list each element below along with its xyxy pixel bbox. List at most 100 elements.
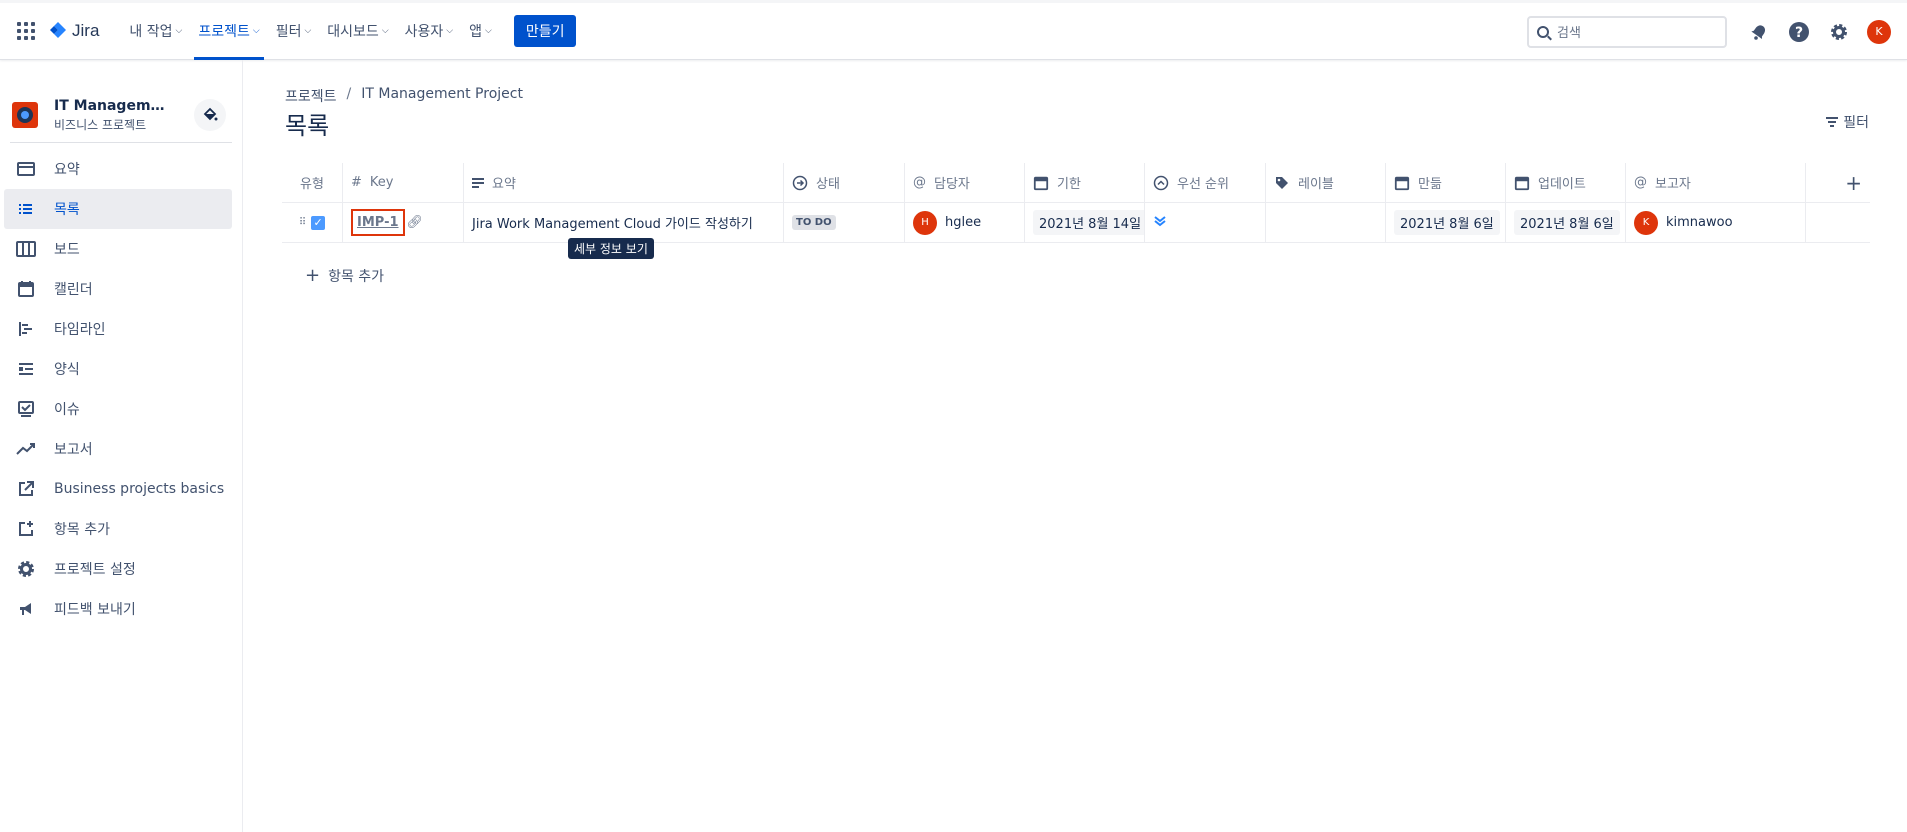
issues-table: 유형 # Key 요약 상태 @ 담당자 기한 우선 순위 레이블 만듦 업데이…: [282, 163, 1870, 243]
header-priority[interactable]: 우선 순위: [1145, 163, 1266, 202]
header-summary[interactable]: 요약: [464, 163, 784, 202]
add-item-button[interactable]: + 항목 추가: [305, 265, 384, 286]
hash-icon: #: [351, 175, 362, 190]
sidebar-item-issues[interactable]: 이슈: [4, 389, 232, 429]
board-icon: [16, 239, 36, 259]
header-label: 요약: [492, 177, 516, 192]
header-due[interactable]: 기한: [1025, 163, 1145, 202]
header-key[interactable]: # Key: [343, 163, 464, 202]
sidebar-item-forms[interactable]: 양식: [4, 349, 232, 389]
row-status-cell[interactable]: TO DO: [784, 203, 905, 242]
row-assignee-cell[interactable]: H hglee: [905, 203, 1025, 242]
filter-label: 필터: [1843, 115, 1869, 131]
settings-gear-icon[interactable]: [1827, 20, 1851, 44]
sidebar-item-label: 항목 추가: [54, 522, 110, 538]
header-assignee[interactable]: @ 담당자: [905, 163, 1025, 202]
search-icon: [1537, 25, 1549, 38]
nav-projects[interactable]: 프로젝트 ⌵: [190, 3, 267, 60]
breadcrumb-projects[interactable]: 프로젝트: [285, 86, 337, 106]
header-label: 담당자: [934, 177, 970, 192]
sidebar-item-list[interactable]: 목록: [4, 189, 232, 229]
sidebar-item-label: 목록: [54, 202, 80, 218]
nav-filters[interactable]: 필터 ⌵: [268, 3, 320, 60]
issues-icon: [16, 399, 36, 419]
priority-lowest-icon: [1153, 214, 1167, 232]
row-labels-cell[interactable]: [1266, 203, 1386, 242]
sidebar-item-project-settings[interactable]: 프로젝트 설정: [4, 549, 232, 589]
create-button[interactable]: 만들기: [513, 15, 577, 47]
sidebar-item-summary[interactable]: 요약: [4, 149, 232, 189]
calendar-icon: [1514, 175, 1530, 191]
created-date: 2021년 8월 6일: [1394, 210, 1500, 235]
row-key-cell: IMP-1 🔗︎: [343, 203, 464, 242]
sidebar-item-board[interactable]: 보드: [4, 229, 232, 269]
nav-apps[interactable]: 앱 ⌵: [461, 3, 500, 60]
nav-label: 앱: [469, 24, 482, 40]
chevron-down-icon: ⌵: [381, 26, 389, 36]
header-reporter[interactable]: @ 보고자: [1626, 163, 1806, 202]
sidebar-divider: [10, 142, 232, 143]
theme-paint-icon[interactable]: [194, 99, 226, 131]
top-navigation: Jira 내 작업 ⌵ 프로젝트 ⌵ 필터 ⌵ 대시보드 ⌵ 사용자 ⌵ 앱 ⌵ 만들기 검…: [0, 0, 1907, 60]
app-switcher-icon[interactable]: [14, 19, 38, 43]
assignee-avatar: H: [913, 210, 937, 235]
sidebar-item-label: 보고서: [54, 442, 93, 458]
logo-text: Jira: [72, 21, 100, 40]
add-column-icon[interactable]: +: [1806, 163, 1870, 202]
status-badge: TO DO: [792, 215, 836, 230]
nav-label: 대시보드: [327, 24, 379, 40]
row-due-cell[interactable]: 2021년 8월 14일: [1025, 203, 1145, 242]
nav-dashboards[interactable]: 대시보드 ⌵: [319, 3, 396, 60]
header-label: 상태: [816, 177, 840, 192]
nav-label: 프로젝트: [198, 24, 250, 40]
sidebar-item-add-item[interactable]: 항목 추가: [4, 509, 232, 549]
jira-logo[interactable]: Jira: [48, 21, 99, 41]
calendar-icon: [1394, 175, 1410, 191]
row-summary-cell[interactable]: Jira Work Management Cloud 가이드 작성하기: [464, 203, 784, 242]
sidebar-item-label: 요약: [54, 162, 80, 178]
issue-key-link[interactable]: IMP-1: [351, 209, 405, 236]
header-label: 우선 순위: [1177, 177, 1229, 192]
link-icon[interactable]: 🔗︎: [407, 215, 424, 230]
header-labels[interactable]: 레이블: [1266, 163, 1386, 202]
sidebar-item-label: 타임라인: [54, 322, 106, 338]
sidebar-item-feedback[interactable]: 피드백 보내기: [4, 589, 232, 629]
help-icon[interactable]: ?: [1787, 20, 1811, 44]
at-icon: @: [913, 175, 926, 190]
sidebar-nav: 요약 목록 보드 캘린더 타임라인 양식 이슈 보고서 Business pro…: [0, 149, 242, 629]
sidebar-item-label: 피드백 보내기: [54, 602, 136, 618]
reporter-name: kimnawoo: [1666, 215, 1733, 230]
reports-icon: [16, 439, 36, 459]
tooltip: 세부 정보 보기: [568, 238, 654, 259]
sidebar-item-reports[interactable]: 보고서: [4, 429, 232, 469]
filter-button[interactable]: 필터: [1826, 112, 1869, 132]
sidebar-item-label: Business projects basics: [54, 481, 225, 497]
nav-people[interactable]: 사용자 ⌵: [397, 3, 461, 60]
search-input[interactable]: 검색: [1527, 15, 1727, 48]
header-status[interactable]: 상태: [784, 163, 905, 202]
row-reporter-cell[interactable]: K kimnawoo: [1626, 203, 1806, 242]
chevron-down-icon: ⌵: [485, 26, 492, 36]
row-priority-cell[interactable]: [1145, 203, 1266, 242]
notifications-icon[interactable]: [1747, 20, 1771, 44]
drag-handle-icon[interactable]: ⠿: [299, 217, 306, 228]
header-updated[interactable]: 업데이트: [1506, 163, 1626, 202]
sidebar-item-calendar[interactable]: 캘린더: [4, 269, 232, 309]
header-label: 레이블: [1298, 177, 1334, 192]
header-type[interactable]: 유형: [282, 163, 343, 202]
sidebar-item-timeline[interactable]: 타임라인: [4, 309, 232, 349]
row-type-cell: ⠿ ✓: [282, 203, 343, 242]
sidebar-item-business-basics[interactable]: Business projects basics: [4, 469, 232, 509]
svg-text:?: ?: [1795, 25, 1803, 41]
breadcrumb-project[interactable]: IT Management Project: [361, 86, 523, 106]
calendar-icon: [1033, 175, 1049, 191]
header-label: 보고자: [1655, 177, 1691, 192]
user-avatar[interactable]: K: [1867, 19, 1891, 44]
nav-right-group: 검색 ? K: [1527, 3, 1907, 60]
nav-label: 사용자: [404, 24, 444, 40]
project-name[interactable]: IT Management...: [54, 98, 174, 114]
header-created[interactable]: 만듦: [1386, 163, 1506, 202]
table-row[interactable]: ⠿ ✓ IMP-1 🔗︎ Jira Work Management Cloud …: [282, 203, 1870, 243]
add-item-label: 항목 추가: [328, 268, 385, 285]
nav-my-work[interactable]: 내 작업 ⌵: [121, 3, 190, 60]
